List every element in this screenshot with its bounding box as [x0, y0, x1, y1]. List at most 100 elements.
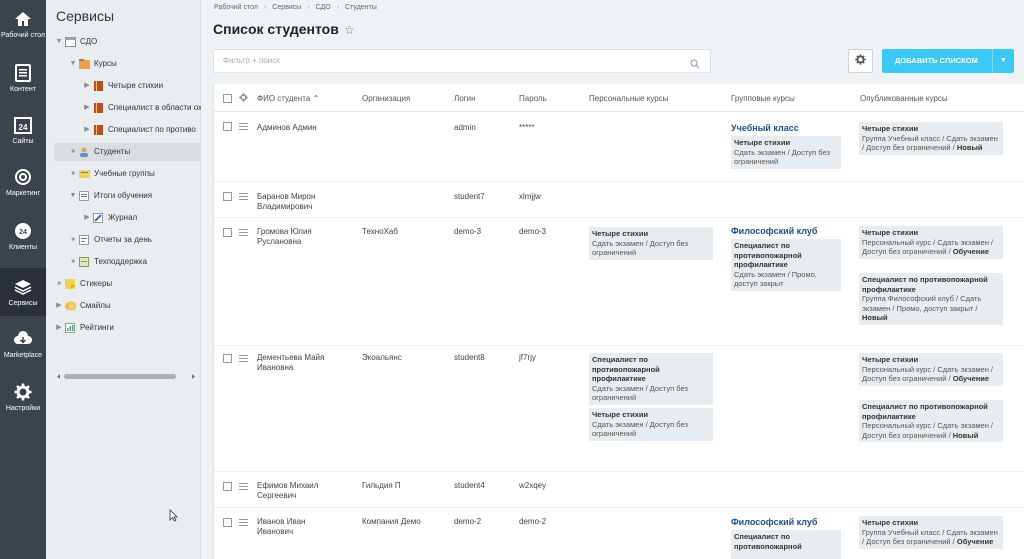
module-icon: [64, 37, 76, 48]
drag-handle-icon[interactable]: [239, 229, 248, 236]
tree-item-course-2[interactable]: ▶ Специалист в области ох: [82, 99, 202, 117]
tree-item-groups[interactable]: ■ Учебные группы: [68, 165, 155, 183]
course-tag[interactable]: Специалист по противопожарной: [731, 530, 841, 559]
student-name[interactable]: Ефимов Михаил Сергеевич: [257, 481, 337, 501]
chevron-right-icon[interactable]: ▶: [82, 209, 92, 227]
chevron-down-icon[interactable]: ▼: [68, 55, 78, 73]
column-header-group-courses[interactable]: Групповые курсы: [731, 94, 795, 103]
rail-item-sites[interactable]: 24 Сайты: [0, 114, 46, 146]
chevron-down-icon[interactable]: ▼: [54, 33, 64, 51]
course-tag[interactable]: Четыре стихии Персональный курс / Сдать э…: [859, 353, 1003, 386]
group-link[interactable]: Учебный класс: [731, 123, 799, 133]
tree-horizontal-scrollbar[interactable]: [56, 367, 196, 379]
row-checkbox[interactable]: [223, 354, 232, 363]
rail-item-desktop[interactable]: Рабочий стол: [0, 8, 46, 40]
column-header-login[interactable]: Логин: [454, 94, 476, 103]
table-row[interactable]: Громова Юлия Руслановна ТехноХаб demo-3 …: [214, 218, 1024, 346]
chevron-right-icon[interactable]: ▶: [82, 121, 92, 139]
chevron-down-icon[interactable]: ▼: [992, 49, 1014, 73]
student-password: demo-3: [519, 227, 547, 236]
column-header-organization[interactable]: Организация: [362, 94, 410, 103]
student-name[interactable]: Админов Админ: [257, 123, 352, 133]
course-tag[interactable]: Четыре стихии Сдать экзамен / Доступ без …: [589, 227, 713, 260]
drag-handle-icon[interactable]: [239, 123, 248, 130]
rail-label: Настройки: [5, 405, 41, 412]
tree-item-support[interactable]: ■ Техподдержка: [68, 253, 147, 271]
row-checkbox[interactable]: [223, 192, 232, 201]
drag-handle-icon[interactable]: [239, 355, 248, 362]
tree-item-stickers[interactable]: ■ Стикеры: [54, 275, 112, 293]
group-link[interactable]: Философский клуб: [731, 517, 817, 527]
document-icon: [12, 62, 34, 84]
tree-item-courses[interactable]: ▼ Курсы: [68, 55, 117, 73]
select-all-checkbox[interactable]: [223, 94, 232, 103]
breadcrumb-item[interactable]: Сервисы: [272, 4, 301, 11]
student-password: demo-2: [519, 517, 547, 526]
tree-item-smiles[interactable]: ▶ Смайлы: [54, 297, 111, 315]
breadcrumb-item[interactable]: СДО: [316, 4, 331, 11]
bullet-icon: ■: [71, 259, 75, 265]
group-link[interactable]: Философский клуб: [731, 226, 817, 236]
table-settings-gear-icon[interactable]: [239, 93, 248, 104]
drag-handle-icon[interactable]: [239, 193, 248, 200]
course-tag[interactable]: Специалист по противопожарной профилакти…: [859, 273, 1003, 325]
row-checkbox[interactable]: [223, 122, 232, 131]
rail-item-marketing[interactable]: Маркетинг: [0, 166, 46, 198]
drag-handle-icon[interactable]: [239, 483, 248, 490]
course-tag[interactable]: Четыре стихии Сдать экзамен / Доступ без …: [731, 136, 841, 169]
book-icon: [92, 125, 104, 136]
tree-item-course-1[interactable]: ▶ Четыре стихии: [82, 77, 163, 95]
course-tag[interactable]: Специалист по противопожарной профилакти…: [731, 239, 841, 291]
tree-item-ratings[interactable]: ▶ Рейтинги: [54, 319, 114, 337]
breadcrumb-item[interactable]: Студенты: [345, 4, 377, 11]
row-checkbox[interactable]: [223, 228, 232, 237]
student-name[interactable]: Дементьева Майя Ивановна: [257, 353, 337, 373]
table-row[interactable]: Админов Админ admin ***** Учебный класс …: [214, 112, 1024, 182]
row-checkbox[interactable]: [223, 482, 232, 491]
chevron-right-icon[interactable]: ▶: [82, 99, 92, 117]
course-tag[interactable]: Четыре стихии Группа Учебный класс / Сдат…: [859, 122, 1003, 155]
student-name[interactable]: Громова Юлия Руслановна: [257, 227, 327, 247]
clients-24-icon: 24: [12, 220, 34, 242]
column-header-published-courses[interactable]: Опубликованные курсы: [860, 94, 948, 103]
rail-item-marketplace[interactable]: Marketplace: [0, 328, 46, 360]
search-input[interactable]: Фильтр + поиск: [213, 49, 711, 73]
column-header-personal-courses[interactable]: Персональные курсы: [589, 94, 668, 103]
tree-item-course-3[interactable]: ▶ Специалист по противо: [82, 121, 196, 139]
drag-handle-icon[interactable]: [239, 519, 248, 526]
column-header-password[interactable]: Пароль: [519, 94, 547, 103]
breadcrumb-item[interactable]: Рабочий стол: [214, 4, 258, 11]
add-list-button[interactable]: ДОБАВИТЬ СПИСКОМ ▼: [882, 49, 1014, 73]
chevron-down-icon[interactable]: ▼: [68, 187, 78, 205]
chevron-right-icon[interactable]: ▶: [82, 77, 92, 95]
course-tag[interactable]: Четыре стихии Персональный курс / Сдать э…: [859, 226, 1003, 259]
table-row[interactable]: Иванов Иван Иванович Компания Демо demo-…: [214, 508, 1024, 559]
student-name[interactable]: Баранов Мирон Владимирович: [257, 192, 337, 212]
chevron-right-icon[interactable]: ▶: [54, 319, 64, 337]
table-row[interactable]: Дементьева Майя Ивановна Экоальянс stude…: [214, 346, 1024, 472]
student-name[interactable]: Иванов Иван Иванович: [257, 517, 327, 537]
home-icon: [12, 8, 34, 30]
column-header-name[interactable]: ФИО студента ⌃: [257, 94, 319, 103]
rail-label: Контент: [10, 86, 36, 93]
search-icon[interactable]: [690, 56, 700, 78]
table-row[interactable]: Ефимов Михаил Сергеевич Гильдия П studen…: [214, 472, 1024, 508]
course-tag[interactable]: Четыре стихии Сдать экзамен / Доступ без …: [589, 408, 713, 441]
tree-item-results[interactable]: ▼ Итоги обучения: [68, 187, 152, 205]
rail-item-content[interactable]: Контент: [0, 62, 46, 94]
row-checkbox[interactable]: [223, 518, 232, 527]
table-row[interactable]: Баранов Мирон Владимирович student7 xlmj…: [214, 182, 1024, 218]
course-tag[interactable]: Специалист по противопожарной профилакти…: [859, 400, 1003, 442]
rail-item-services[interactable]: Сервисы: [0, 268, 46, 316]
tree-item-journal[interactable]: ▶ Журнал: [82, 209, 137, 227]
tree-item-sdo[interactable]: ▼ СДО: [54, 33, 97, 51]
rail-item-clients[interactable]: 24 Клиенты: [0, 220, 46, 252]
course-tag[interactable]: Четыре стихии Группа Учебный класс / Сдат…: [859, 516, 1003, 549]
course-tag[interactable]: Специалист по противопожарной профилакти…: [589, 353, 713, 405]
star-icon[interactable]: ☆: [344, 23, 355, 37]
rail-item-settings[interactable]: Настройки: [0, 381, 46, 413]
settings-button[interactable]: [848, 49, 873, 73]
tree-item-students[interactable]: ■ Студенты: [54, 143, 200, 161]
chevron-right-icon[interactable]: ▶: [54, 297, 64, 315]
tree-item-daily-reports[interactable]: ■ Отчеты за день: [68, 231, 152, 249]
